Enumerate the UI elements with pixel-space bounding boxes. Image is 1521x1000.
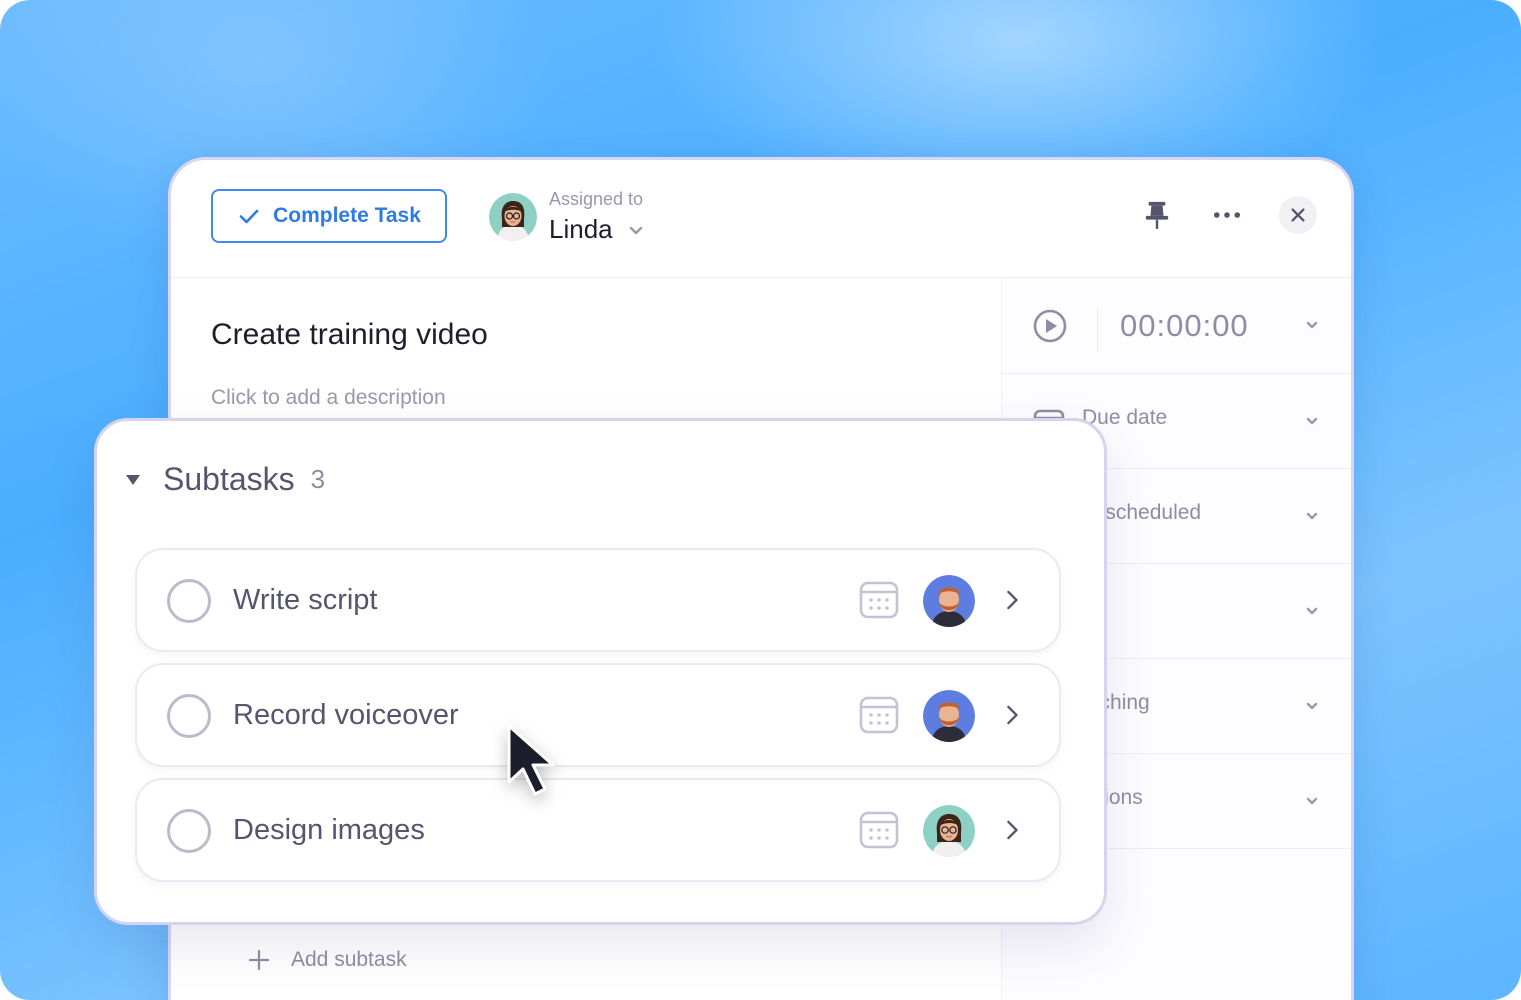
subtask-checkbox[interactable] [167,579,211,623]
pin-icon[interactable] [1139,197,1175,233]
timer-divider [1097,308,1098,352]
mouse-cursor-icon [507,724,555,796]
chevron-down-icon [1306,512,1318,520]
avatar-linda [489,193,537,241]
subtask-row[interactable]: Record voiceover [135,663,1061,767]
close-button[interactable] [1279,196,1317,234]
subtask-label: Design images [233,814,425,846]
calendar-icon[interactable] [859,695,899,735]
avatar[interactable] [923,575,975,627]
chevron-right-icon[interactable] [1003,818,1021,842]
add-subtask-button[interactable]: Add subtask [247,948,407,972]
chevron-down-icon[interactable] [1303,316,1321,334]
subtasks-header[interactable]: Subtasks 3 [125,461,325,498]
subtask-row[interactable]: Design images [135,778,1061,882]
time-tracker[interactable]: 00:00:00 [1002,278,1351,374]
chevron-right-icon[interactable] [1003,703,1021,727]
assigned-to-label: Assigned to [549,189,644,209]
subtask-checkbox[interactable] [167,694,211,738]
chevron-right-icon[interactable] [1003,588,1021,612]
calendar-icon[interactable] [859,580,899,620]
more-options-icon[interactable] [1209,197,1245,233]
chevron-down-icon [629,226,642,234]
avatar[interactable] [923,805,975,857]
close-icon [1291,208,1305,222]
task-title[interactable]: Create training video [211,318,488,352]
avatar[interactable] [923,690,975,742]
subtasks-title: Subtasks [163,461,295,497]
play-icon[interactable] [1032,308,1068,344]
add-subtask-label: Add subtask [291,948,407,971]
checkmark-icon [239,209,259,224]
subtask-label: Write script [233,584,378,616]
subtasks-count: 3 [310,464,326,494]
caret-down-icon[interactable] [125,474,141,486]
chevron-down-icon [1306,797,1318,805]
task-description-field[interactable]: Click to add a description [211,386,446,410]
assignee-name-row: Linda [549,214,645,245]
header-actions [1139,196,1317,234]
subtask-row[interactable]: Write script [135,548,1061,652]
subtask-label: Record voiceover [233,699,459,731]
complete-task-label: Complete Task [273,204,421,227]
complete-task-button[interactable]: Complete Task [211,189,447,243]
background-frame: Complete Task Assigned to Linda Create t… [0,0,1521,1000]
assignee-name: Linda [549,214,613,244]
subtask-checkbox[interactable] [167,809,211,853]
chevron-down-icon [1306,607,1318,615]
assignee-text: Assigned to Linda [549,189,645,245]
timer-value: 00:00:00 [1120,308,1249,343]
subtasks-panel: Subtasks 3 Write script Record voiceover… [94,418,1107,925]
plus-icon [248,949,270,971]
assignee-selector[interactable]: Assigned to Linda [489,182,645,252]
task-header: Complete Task Assigned to Linda [171,160,1351,278]
chevron-down-icon [1306,417,1318,425]
chevron-down-icon [1306,702,1318,710]
calendar-icon[interactable] [859,810,899,850]
